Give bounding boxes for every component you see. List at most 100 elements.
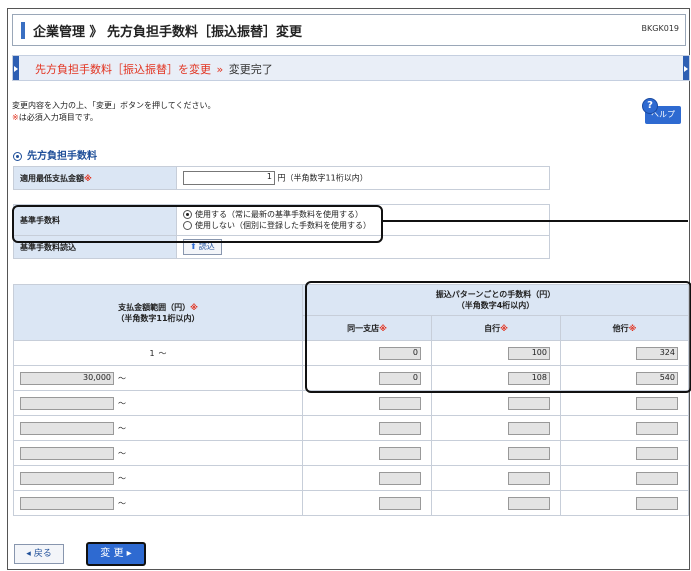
min-amount-value: 1 xyxy=(266,172,272,181)
fee-own-input[interactable] xyxy=(508,471,550,485)
back-button[interactable]: ◂ 戻る xyxy=(14,544,64,564)
fee-own-cell xyxy=(431,440,561,466)
fee-same-input[interactable] xyxy=(379,471,421,485)
min-amount-cell: 1 円（半角数字11桁以内） xyxy=(176,166,550,190)
change-button-label: 変 更 xyxy=(100,548,124,559)
range-from-input[interactable] xyxy=(20,471,114,485)
required-mark: ※ xyxy=(84,173,92,183)
range-cell: ～ xyxy=(13,390,303,416)
step-next: 変更完了 xyxy=(228,63,273,76)
range-from-text: 1 xyxy=(149,348,155,358)
range-cell: 30,000 ～ xyxy=(13,365,303,391)
fee-own-input[interactable] xyxy=(508,421,550,435)
callout-line xyxy=(381,220,688,222)
change-arrow-icon: ▸ xyxy=(123,548,132,559)
section-bullet-icon xyxy=(13,151,22,161)
required-mark: ※ xyxy=(190,302,198,312)
range-from-value: 30,000 xyxy=(83,372,111,382)
range-from-input[interactable] xyxy=(20,496,114,510)
range-header-text: 支払金額範囲（円） xyxy=(118,302,191,312)
fee-same-input[interactable] xyxy=(379,421,421,435)
title-bar: 企業管理 》 先方負担手数料［振込振替］変更 BKGK019 xyxy=(12,14,686,46)
range-cell: 1 ～ xyxy=(13,340,303,366)
min-amount-unit: 円（半角数字11桁以内） xyxy=(277,173,368,183)
section-title-text: 先方負担手数料 xyxy=(27,151,97,162)
fee-other-input[interactable] xyxy=(636,421,678,435)
fee-same-cell xyxy=(302,490,432,516)
range-cell: ～ xyxy=(13,465,303,491)
fee-own-input[interactable] xyxy=(508,496,550,510)
range-header-line2: （半角数字11桁以内） xyxy=(116,313,200,323)
step-indicator: 先方負担手数料［振込振替］を変更 » 変更完了 xyxy=(12,55,690,81)
range-cell: ～ xyxy=(13,415,303,441)
screen-code: BKGK019 xyxy=(641,24,679,33)
fee-other-cell xyxy=(560,490,689,516)
table-row: ～ xyxy=(13,415,689,441)
range-tilde: ～ xyxy=(118,473,126,483)
fee-same-cell xyxy=(302,415,432,441)
fee-same-cell xyxy=(302,390,432,416)
fee-other-input[interactable] xyxy=(636,471,678,485)
fee-other-cell xyxy=(560,440,689,466)
fee-other-input[interactable] xyxy=(636,496,678,510)
fee-same-cell xyxy=(302,440,432,466)
range-header: 支払金額範囲（円）※ （半角数字11桁以内） xyxy=(13,284,303,341)
table-row: ～ xyxy=(13,390,689,416)
step-separator: » xyxy=(216,63,224,76)
table-row: ～ xyxy=(13,490,689,516)
fee-other-input[interactable] xyxy=(636,396,678,410)
back-button-label: 戻る xyxy=(33,549,52,559)
range-from-input[interactable] xyxy=(20,421,114,435)
instructions: 変更内容を入力の上、「変更」ボタンを押してください。 ※は必須入力項目です。 xyxy=(12,100,216,124)
fee-other-cell xyxy=(560,390,689,416)
steps: 先方負担手数料［振込振替］を変更 » 変更完了 xyxy=(35,61,273,77)
fee-same-input[interactable] xyxy=(379,496,421,510)
step-right-arrow-icon xyxy=(683,56,689,80)
callout-fee-patterns xyxy=(305,281,691,393)
table-row: ～ xyxy=(13,465,689,491)
fee-own-cell xyxy=(431,390,561,416)
section-title: 先方負担手数料 xyxy=(13,147,97,162)
required-note-text: は必須入力項目です。 xyxy=(18,113,98,122)
change-button[interactable]: 変 更 ▸ xyxy=(86,542,146,566)
help-question-icon: ? xyxy=(642,98,658,114)
fee-same-input[interactable] xyxy=(379,396,421,410)
range-cell: ～ xyxy=(13,440,303,466)
title-accent xyxy=(21,22,25,39)
fee-other-input[interactable] xyxy=(636,446,678,460)
required-note: ※は必須入力項目です。 xyxy=(12,112,216,124)
range-tilde: ～ xyxy=(118,448,126,458)
upload-icon: ⬆ xyxy=(190,242,197,251)
min-amount-input[interactable]: 1 xyxy=(183,171,275,185)
load-button-label: 読込 xyxy=(198,242,215,251)
range-tilde: ～ xyxy=(118,373,126,383)
range-header-line1: 支払金額範囲（円）※ xyxy=(14,302,302,313)
required-mark: ※ xyxy=(12,113,19,122)
fee-own-cell xyxy=(431,415,561,441)
min-amount-label-text: 適用最低支払金額 xyxy=(20,173,84,183)
fee-other-cell xyxy=(560,465,689,491)
range-from-input[interactable]: 30,000 xyxy=(20,371,114,385)
table-row: ～ xyxy=(13,440,689,466)
fee-own-input[interactable] xyxy=(508,446,550,460)
range-cell: ～ xyxy=(13,490,303,516)
back-arrow-icon: ◂ xyxy=(26,549,34,559)
fee-same-input[interactable] xyxy=(379,446,421,460)
page-title: 企業管理 》 先方負担手数料［振込振替］変更 xyxy=(33,25,303,40)
instruction-line: 変更内容を入力の上、「変更」ボタンを押してください。 xyxy=(12,101,216,110)
range-from-input[interactable] xyxy=(20,446,114,460)
fee-same-cell xyxy=(302,465,432,491)
step-left-arrow-icon xyxy=(13,56,19,80)
fee-other-cell xyxy=(560,415,689,441)
min-amount-table: 適用最低支払金額※ 1 円（半角数字11桁以内） xyxy=(13,166,550,190)
min-amount-label: 適用最低支払金額※ xyxy=(13,166,177,190)
range-tilde: ～ xyxy=(158,348,167,358)
range-from-input[interactable] xyxy=(20,396,114,410)
range-tilde: ～ xyxy=(118,498,126,508)
step-current: 先方負担手数料［振込振替］を変更 xyxy=(35,63,211,76)
fee-own-cell xyxy=(431,490,561,516)
range-tilde: ～ xyxy=(118,423,126,433)
fee-own-cell xyxy=(431,465,561,491)
fee-own-input[interactable] xyxy=(508,396,550,410)
range-tilde: ～ xyxy=(118,398,126,408)
